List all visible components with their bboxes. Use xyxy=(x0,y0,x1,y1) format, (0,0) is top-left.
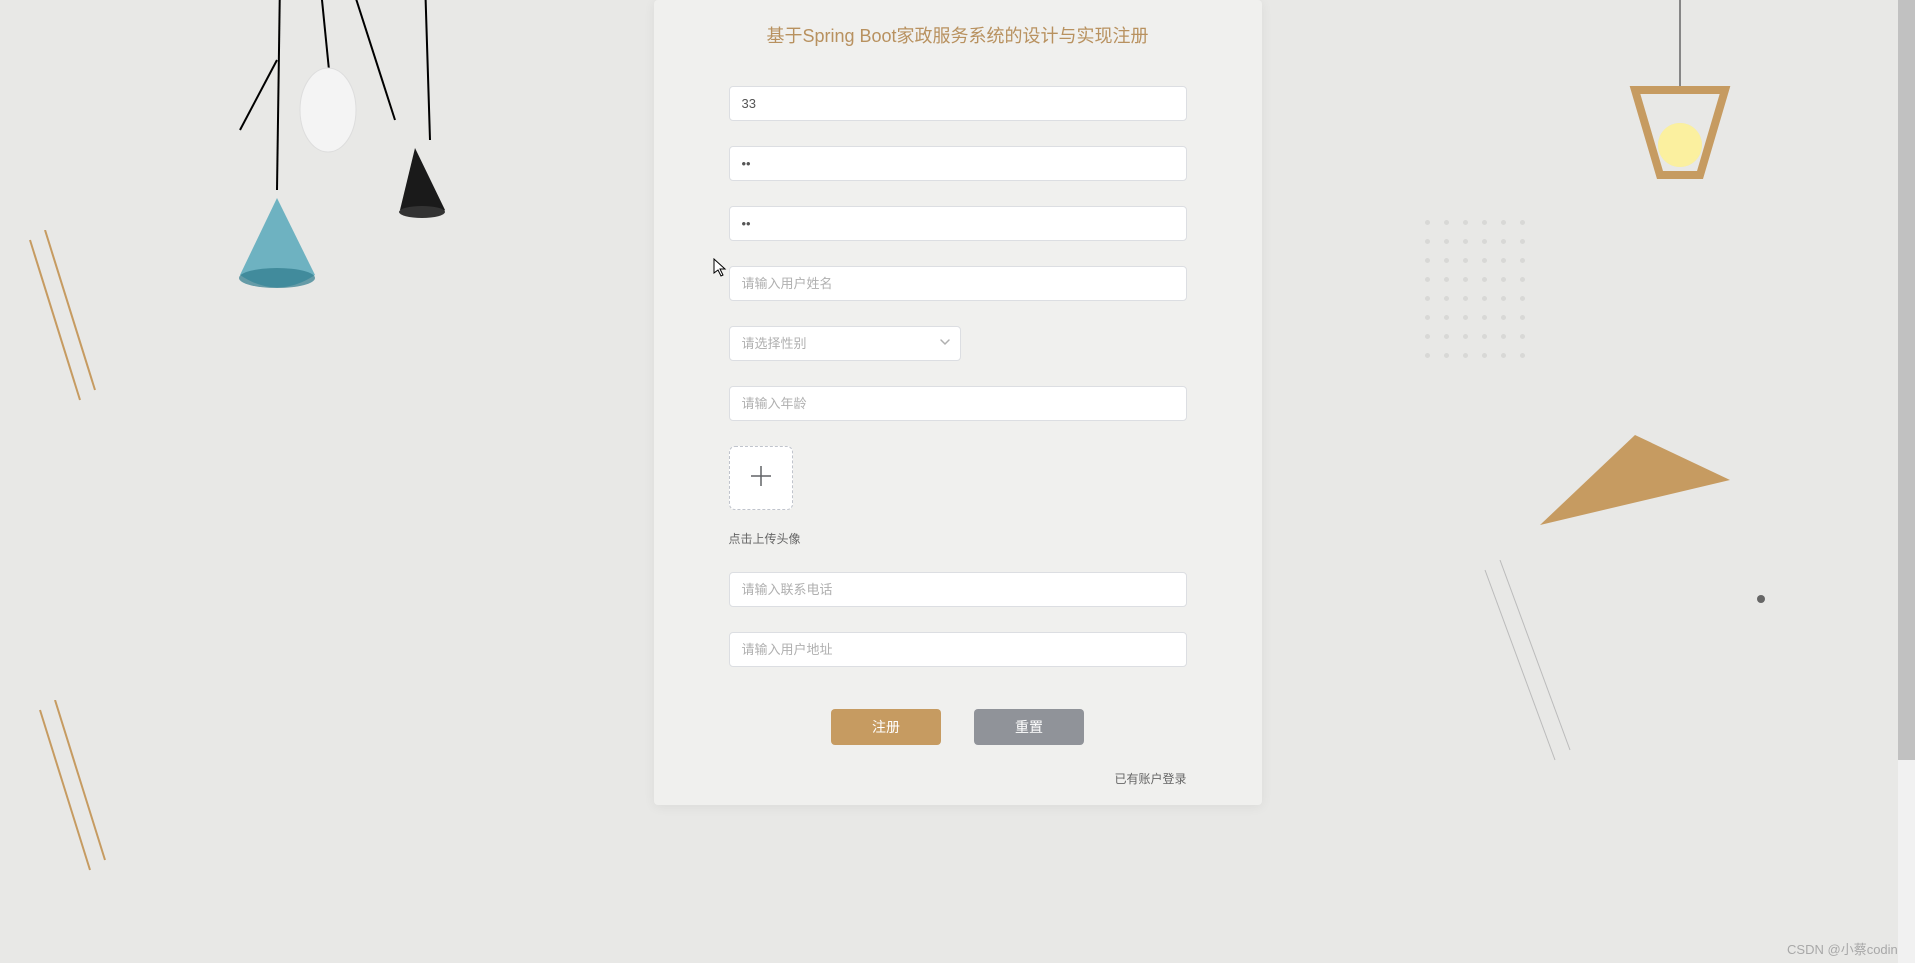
account-input[interactable] xyxy=(729,86,1187,121)
decoration-gold-lamp xyxy=(1615,0,1745,205)
decoration-dot xyxy=(1757,595,1765,603)
register-button[interactable]: 注册 xyxy=(831,709,941,745)
decoration-triangle xyxy=(1535,430,1735,545)
decoration-pendant-lamps xyxy=(200,0,480,325)
username-input[interactable] xyxy=(729,266,1187,301)
age-input[interactable] xyxy=(729,386,1187,421)
confirm-password-input[interactable] xyxy=(729,206,1187,241)
upload-hint-text: 点击上传头像 xyxy=(729,530,1187,547)
login-link[interactable]: 已有账户登录 xyxy=(729,770,1187,787)
reset-button[interactable]: 重置 xyxy=(974,709,1084,745)
decoration-lines-left xyxy=(20,230,100,435)
register-card: 基于Spring Boot家政服务系统的设计与实现注册 请选择性别 点击上 xyxy=(654,0,1262,805)
page-title: 基于Spring Boot家政服务系统的设计与实现注册 xyxy=(729,22,1187,48)
phone-input[interactable] xyxy=(729,572,1187,607)
gender-select[interactable]: 请选择性别 xyxy=(729,326,961,361)
scrollbar-thumb[interactable] xyxy=(1898,0,1915,760)
password-input[interactable] xyxy=(729,146,1187,181)
scrollbar[interactable] xyxy=(1898,0,1915,963)
watermark-text: CSDN @小蔡coding xyxy=(1787,939,1905,958)
decoration-dots-grid xyxy=(1425,220,1525,358)
address-input[interactable] xyxy=(729,632,1187,667)
avatar-upload[interactable] xyxy=(729,446,793,510)
plus-icon xyxy=(747,462,775,495)
decoration-lines-left-bottom xyxy=(30,700,110,905)
decoration-lines-right xyxy=(1465,560,1585,785)
